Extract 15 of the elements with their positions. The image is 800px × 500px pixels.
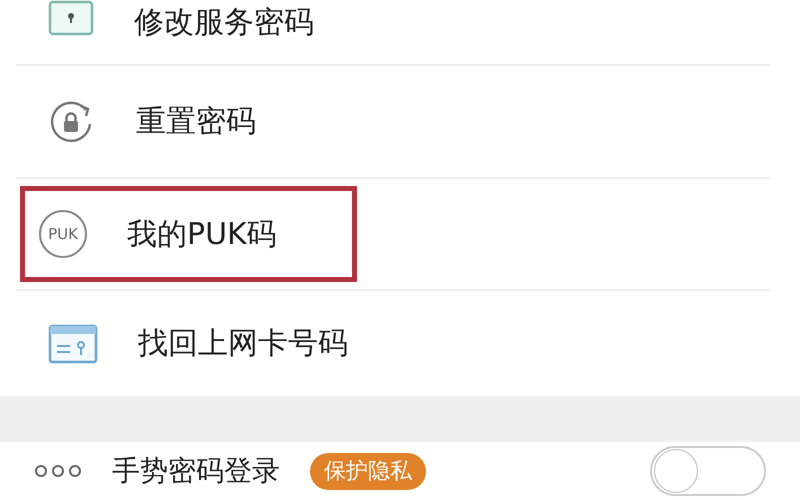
dots-icon (34, 464, 82, 478)
key-card-icon (48, 0, 94, 36)
gesture-login-label: 手势密码登录 (112, 453, 280, 490)
menu-label: 我的PUK码 (127, 216, 277, 254)
menu-item[interactable]: 修改服务密码 (34, 0, 766, 64)
menu-label: 修改服务密码 (134, 4, 314, 42)
puk-icon: PUK (39, 210, 87, 258)
menu-label: 重置密码 (136, 103, 256, 142)
menu-item[interactable]: PUK 我的PUK码 (20, 186, 357, 282)
menu-item[interactable]: 找回上网卡号码 (34, 296, 752, 392)
privacy-badge: 保护隐私 (310, 452, 426, 490)
menu-label: 找回上网卡号码 (138, 325, 348, 364)
card-icon (48, 324, 98, 364)
menu-item[interactable]: 重置密码 (34, 74, 752, 170)
toggle-switch[interactable] (650, 446, 766, 496)
